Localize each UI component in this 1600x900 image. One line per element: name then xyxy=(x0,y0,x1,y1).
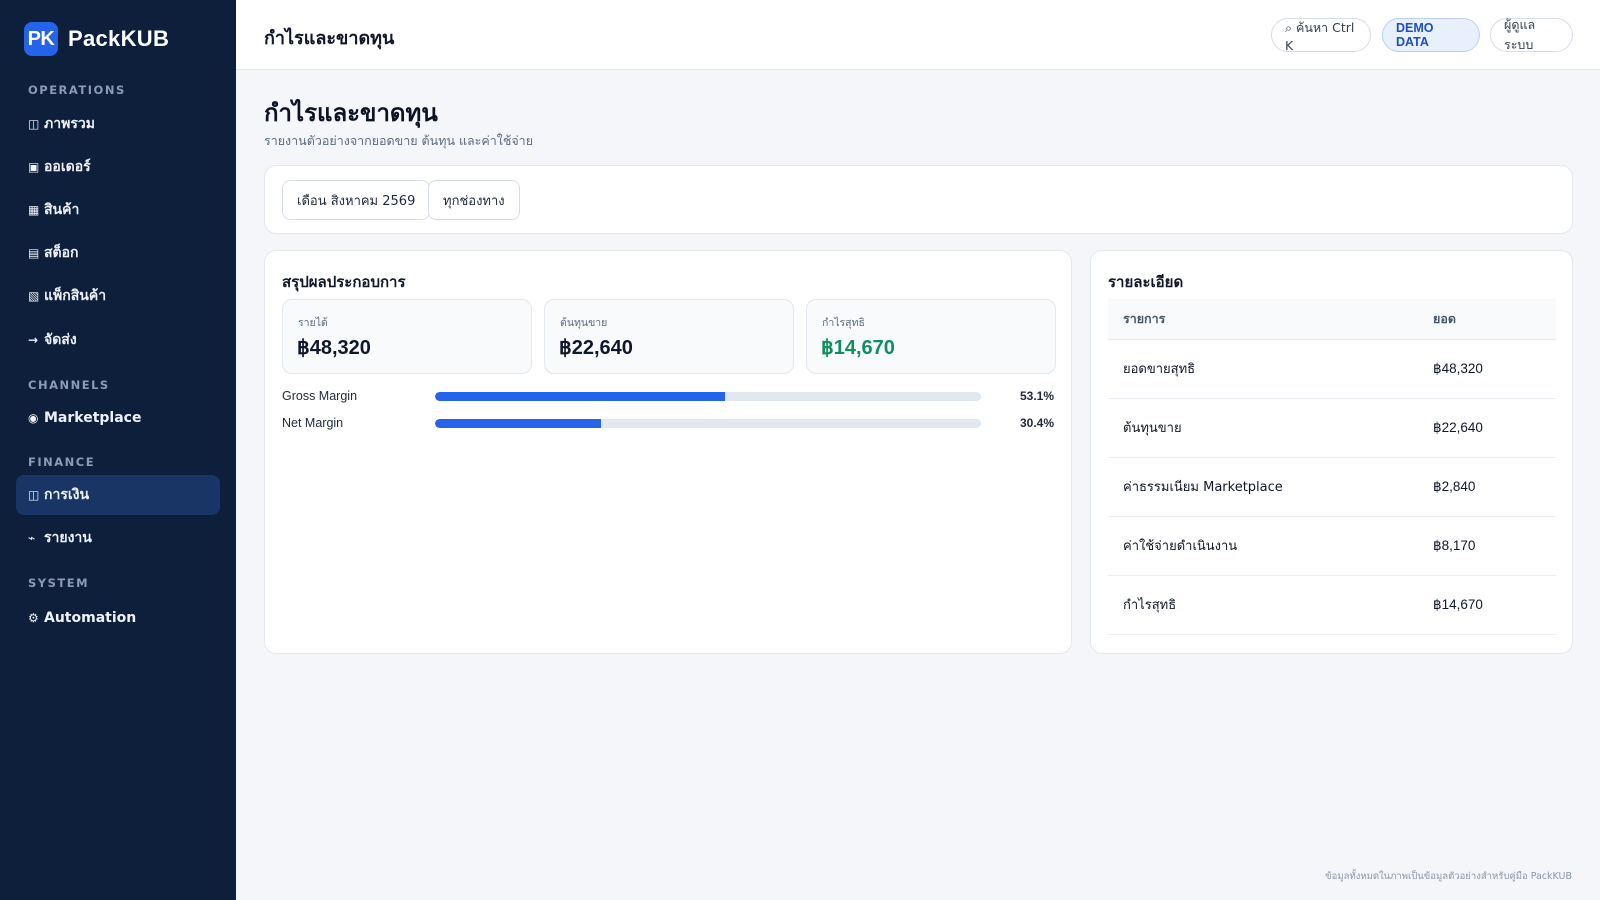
table-row: กำไรสุทธิ ฿14,670 xyxy=(1108,575,1556,635)
channel-filter[interactable]: ทุกช่องทาง xyxy=(428,180,520,220)
sidebar-item-label: Marketplace xyxy=(44,410,142,426)
sidebar-item-stock[interactable]: ▤ สต็อก xyxy=(16,233,220,273)
kpi-label: รายได้ xyxy=(298,317,328,329)
row-amount: ฿8,170 xyxy=(1418,516,1556,576)
sidebar-item-label: ภาพรวม xyxy=(44,116,95,132)
net-margin-value: 30.4% xyxy=(1019,416,1054,430)
sidebar-item-label: สินค้า xyxy=(44,202,80,218)
demo-data-badge[interactable]: DEMO DATA xyxy=(1382,18,1480,52)
summary-title: สรุปผลประกอบการ xyxy=(282,273,406,291)
net-margin-fill xyxy=(435,419,601,428)
table-row: ยอดขายสุทธิ ฿48,320 xyxy=(1108,339,1556,399)
row-label: กำไรสุทธิ xyxy=(1108,575,1418,635)
gross-margin-label: Gross Margin xyxy=(282,389,358,403)
stock-icon: ▤ xyxy=(28,246,40,260)
gross-margin-fill xyxy=(435,392,725,401)
sidebar-item-label: Automation xyxy=(44,610,137,626)
page-subtitle: รายงานตัวอย่างจากยอดขาย ต้นทุน และค่าใช้… xyxy=(264,133,534,148)
nav-section-system: SYSTEM xyxy=(28,576,90,590)
kpi-revenue: รายได้ ฿48,320 xyxy=(282,299,532,374)
table-header-row: รายการ ยอด xyxy=(1108,299,1556,340)
products-icon: ▦ xyxy=(28,203,40,217)
kpi-value: ฿14,670 xyxy=(821,337,895,359)
kpi-value: ฿48,320 xyxy=(297,337,371,359)
finance-icon: ◫ xyxy=(28,488,40,502)
page-title: กำไรและขาดทุน xyxy=(264,99,438,127)
month-filter[interactable]: เดือน สิงหาคม 2569 xyxy=(282,180,431,220)
column-header-item: รายการ xyxy=(1108,299,1418,340)
row-label: ค่าธรรมเนียม Marketplace xyxy=(1108,457,1418,517)
row-label: ยอดขายสุทธิ xyxy=(1108,339,1418,399)
sidebar-item-reports[interactable]: ⌁ รายงาน xyxy=(16,518,220,558)
arrow-right-icon: → xyxy=(28,333,39,347)
detail-card: รายละเอียด รายการ ยอด ยอดขายสุทธิ ฿48,32… xyxy=(1090,250,1573,654)
table-row: ต้นทุนขาย ฿22,640 xyxy=(1108,398,1556,458)
sidebar-item-marketplace[interactable]: ◉ Marketplace xyxy=(16,398,220,438)
kpi-label: กำไรสุทธิ xyxy=(822,317,865,329)
sidebar-item-finance[interactable]: ◫ การเงิน xyxy=(16,475,220,515)
sidebar-item-label: ออเดอร์ xyxy=(44,159,91,175)
topbar: กำไรและขาดทุน ⌕ ค้นหา Ctrl K DEMO DATA ผ… xyxy=(236,0,1600,70)
dashboard-icon: ◫ xyxy=(28,117,40,131)
footer-note: ข้อมูลทั้งหมดในภาพเป็นข้อมูลตัวอย่างสำหร… xyxy=(1325,871,1572,882)
sidebar-item-packing[interactable]: ▧ แพ็กสินค้า xyxy=(16,276,220,316)
nav-section-finance: FINANCE xyxy=(28,455,96,469)
package-icon: ▧ xyxy=(28,289,40,303)
table-row: ค่าธรรมเนียม Marketplace ฿2,840 xyxy=(1108,457,1556,517)
sidebar-item-label: รายงาน xyxy=(44,530,92,546)
kpi-value: ฿22,640 xyxy=(559,337,633,359)
brand-mark: PK xyxy=(24,22,58,56)
column-header-amount: ยอด xyxy=(1418,299,1556,340)
sidebar-item-shipping[interactable]: → จัดส่ง xyxy=(16,320,220,360)
table-row: ค่าใช้จ่ายดำเนินงาน ฿8,170 xyxy=(1108,516,1556,576)
kpi-cost-of-sales: ต้นทุนขาย ฿22,640 xyxy=(544,299,794,374)
sidebar-item-products[interactable]: ▦ สินค้า xyxy=(16,190,220,230)
row-amount: ฿2,840 xyxy=(1418,457,1556,517)
sidebar-item-orders[interactable]: ▣ ออเดอร์ xyxy=(16,147,220,187)
row-amount: ฿14,670 xyxy=(1418,575,1556,635)
sidebar-item-label: แพ็กสินค้า xyxy=(44,288,107,304)
kpi-net-profit: กำไรสุทธิ ฿14,670 xyxy=(806,299,1056,374)
row-amount: ฿22,640 xyxy=(1418,398,1556,458)
topbar-title: กำไรและขาดทุน xyxy=(264,28,395,49)
sidebar-item-label: สต็อก xyxy=(44,245,79,261)
gross-margin-value: 53.1% xyxy=(1019,389,1054,403)
sidebar: PK PackKUB OPERATIONS ◫ ภาพรวม ▣ ออเดอร์… xyxy=(0,0,236,900)
admin-menu-button[interactable]: ผู้ดูแลระบบ xyxy=(1490,17,1573,52)
sidebar-item-overview[interactable]: ◫ ภาพรวม xyxy=(16,104,220,144)
brand-name: PackKUB xyxy=(68,26,170,51)
gross-margin-bar xyxy=(435,392,981,401)
net-margin-label: Net Margin xyxy=(282,416,344,430)
gear-icon: ⚙ xyxy=(28,611,39,625)
sidebar-item-automation[interactable]: ⚙ Automation xyxy=(16,598,220,638)
brand-logo[interactable]: PK PackKUB xyxy=(24,22,169,56)
nav-section-channels: CHANNELS xyxy=(28,378,110,392)
row-amount: ฿48,320 xyxy=(1418,339,1556,399)
nav-section-operations: OPERATIONS xyxy=(28,83,126,97)
row-label: ต้นทุนขาย xyxy=(1108,398,1418,458)
summary-card: สรุปผลประกอบการ รายได้ ฿48,320 ต้นทุนขาย… xyxy=(264,250,1072,654)
row-label: ค่าใช้จ่ายดำเนินงาน xyxy=(1108,516,1418,576)
search-button[interactable]: ⌕ ค้นหา Ctrl K xyxy=(1271,18,1371,53)
detail-table: รายการ ยอด ยอดขายสุทธิ ฿48,320 ต้นทุนขาย… xyxy=(1108,299,1556,635)
kpi-label: ต้นทุนขาย xyxy=(560,317,608,329)
filter-bar: เดือน สิงหาคม 2569 ทุกช่องทาง xyxy=(264,165,1573,234)
report-icon: ⌁ xyxy=(28,531,36,545)
sidebar-item-label: จัดส่ง xyxy=(44,332,77,348)
net-margin-bar xyxy=(435,419,981,428)
radio-dot-icon: ◉ xyxy=(28,411,39,425)
orders-icon: ▣ xyxy=(28,160,40,174)
sidebar-item-label: การเงิน xyxy=(44,487,90,503)
detail-title: รายละเอียด xyxy=(1108,273,1184,291)
